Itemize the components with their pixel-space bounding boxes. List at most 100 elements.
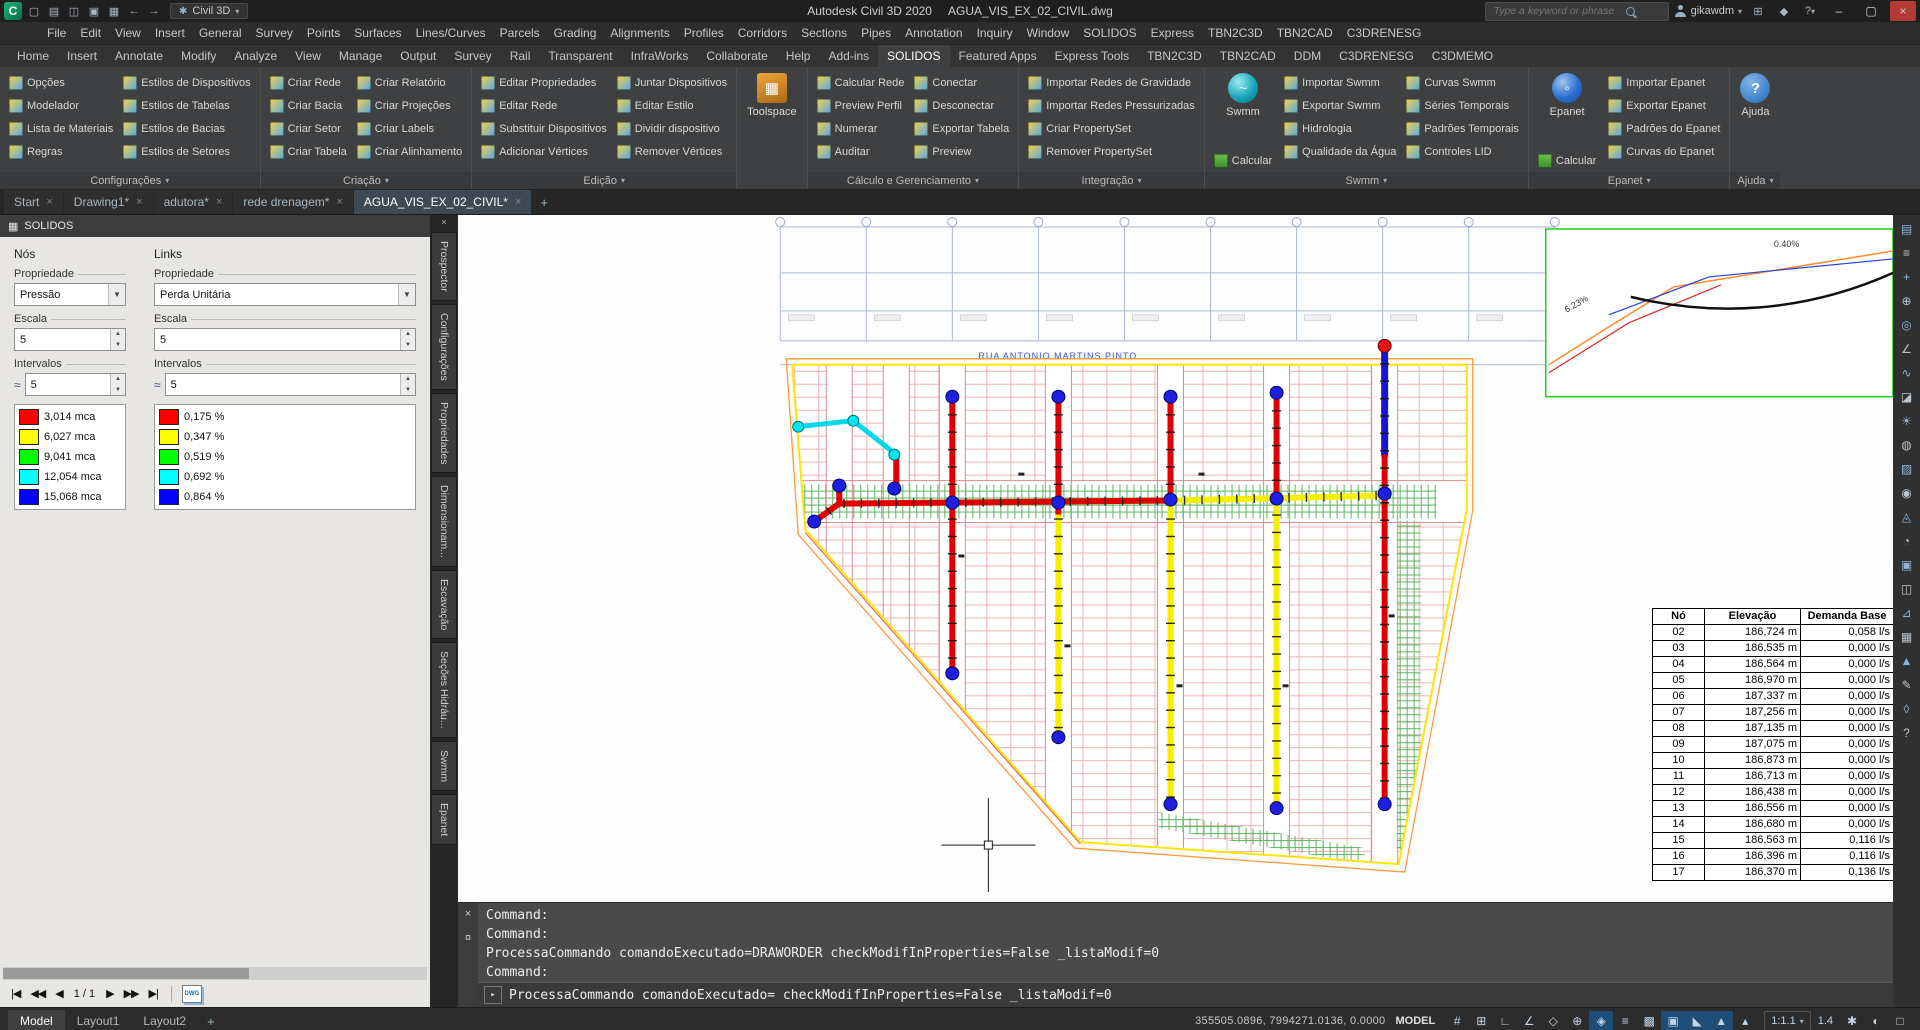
new-drawing-tab-button[interactable]: + (532, 190, 556, 214)
ribbon-button[interactable]: Remover PropertySet (1025, 140, 1198, 163)
epanet-calcular-button[interactable]: Calcular (1535, 154, 1599, 168)
menu-item[interactable]: Window (1020, 26, 1077, 40)
palette-side-tab[interactable]: Swmm (431, 741, 457, 791)
ribbon-tab[interactable]: DDM (1285, 45, 1330, 67)
menu-item[interactable]: Points (300, 26, 347, 40)
layer-properties-icon[interactable]: ≡ (1898, 244, 1916, 261)
toolspace-button[interactable]: ▦ Toolspace (743, 71, 801, 120)
panel-footer[interactable]: Criação▾ (261, 172, 472, 189)
ribbon-button[interactable]: Substituir Dispositivos (478, 117, 610, 140)
ribbon-button[interactable]: Adicionar Vértices (478, 140, 610, 163)
ribbon-button[interactable]: Criar Setor (267, 117, 350, 140)
command-history[interactable]: Command:Command:ProcessaCommando comando… (478, 903, 1893, 982)
spinner-arrows[interactable]: ▲▼ (110, 374, 125, 395)
palette-header[interactable]: ▦ SOLIDOS (0, 215, 430, 237)
ribbon-tab[interactable]: C3DMEMO (1423, 45, 1502, 67)
nos-propriedade-select[interactable]: Pressão ▼ (14, 283, 126, 306)
links-propriedade-select[interactable]: Perda Unitária ▼ (154, 283, 416, 306)
menu-item[interactable]: Sections (794, 26, 854, 40)
ribbon-tab[interactable]: Home (8, 45, 58, 67)
document-tab[interactable]: AGUA_VIS_EX_02_CIVIL* × (354, 190, 532, 214)
nos-intervalos-spinner[interactable]: 5 ▲▼ (25, 373, 126, 396)
ribbon-button[interactable]: Regras (6, 140, 116, 163)
customize-icon[interactable]: ¤ (465, 932, 471, 944)
links-escala-spinner[interactable]: 5 ▲▼ (154, 328, 416, 351)
ribbon-tab[interactable]: Collaborate (697, 45, 776, 67)
ribbon-button[interactable]: Criar Labels (354, 117, 465, 140)
menu-item[interactable]: Express (1144, 26, 1201, 40)
swmm-button[interactable]: ~ Swmm (1211, 71, 1275, 120)
app-store-icon[interactable]: ⊞ (1748, 2, 1768, 20)
panel-footer[interactable]: Edição▾ (472, 172, 736, 189)
ribbon-button[interactable]: Desconectar (911, 94, 1012, 117)
ribbon-tab[interactable]: Annotate (106, 45, 172, 67)
ribbon-tab[interactable]: Express Tools (1046, 45, 1138, 67)
command-input-row[interactable]: ▸ ProcessaCommando comandoExecutado= che… (478, 982, 1893, 1007)
nos-escala-spinner[interactable]: 5 ▲▼ (14, 328, 126, 351)
ribbon-button[interactable]: Remover Vértices (614, 140, 730, 163)
ribbon-button[interactable]: Calcular Rede (814, 71, 908, 94)
prev-page-button[interactable]: ◀ (52, 987, 65, 1000)
ribbon-button[interactable]: Editar Estilo (614, 94, 730, 117)
menu-item[interactable]: Profiles (677, 26, 731, 40)
scrollbar-thumb[interactable] (3, 968, 249, 979)
first-page-button[interactable]: |◀ (8, 987, 23, 1000)
dynamic-ucs-icon[interactable]: ◣ (1685, 1011, 1709, 1030)
menu-item[interactable]: Inquiry (970, 26, 1020, 40)
ribbon-tab[interactable]: InfraWorks (622, 45, 698, 67)
camera-icon[interactable]: ◉ (1898, 484, 1916, 501)
panel-footer[interactable]: Epanet▾ (1529, 172, 1730, 189)
panel-footer[interactable]: Swmm▾ (1205, 172, 1528, 189)
ribbon-button[interactable]: Estilos de Tabelas (120, 94, 253, 117)
menu-item[interactable]: Survey (249, 26, 300, 40)
menu-item[interactable]: Corridors (731, 26, 794, 40)
panel-footer[interactable]: Configurações▾ (0, 172, 260, 189)
annotation-visibility-icon[interactable]: ▲ (1709, 1011, 1733, 1030)
markup-icon[interactable]: ✎ (1898, 676, 1916, 693)
document-tab[interactable]: Start × (4, 190, 63, 214)
menu-item[interactable]: Insert (148, 26, 192, 40)
layout-tab[interactable]: Layout2 (131, 1010, 198, 1030)
close-icon[interactable]: × (336, 196, 342, 208)
ribbon-button[interactable]: Qualidade da Água (1281, 140, 1399, 163)
isodraft-icon[interactable]: ◇ (1541, 1011, 1565, 1030)
open-drawing-icon[interactable]: ▤ (44, 2, 64, 20)
ribbon-button[interactable]: Auditar (814, 140, 908, 163)
ribbon-button[interactable]: Exportar Tabela (911, 117, 1012, 140)
ribbon-button[interactable]: Criar Bacia (267, 94, 350, 117)
polyline-icon[interactable]: ∿ (1898, 364, 1916, 381)
eraser-icon[interactable]: ◊ (1898, 700, 1916, 717)
undo-icon[interactable]: ← (124, 2, 144, 20)
document-tab[interactable]: Drawing1* × (64, 190, 153, 214)
panel-footer[interactable]: Ajuda▾ (1730, 172, 1780, 189)
menu-item[interactable]: File (40, 26, 73, 40)
swmm-calcular-button[interactable]: Calcular (1211, 154, 1275, 168)
help-icon[interactable]: ? (1898, 724, 1916, 741)
minimize-button[interactable]: – (1826, 1, 1852, 21)
ribbon-tab[interactable]: SOLIDOS (878, 45, 949, 67)
workspace-switcher[interactable]: ✱ Civil 3D ▾ (170, 3, 248, 19)
ribbon-button[interactable]: Juntar Dispositivos (614, 71, 730, 94)
palette-side-tab[interactable]: Epanet (431, 794, 457, 845)
spinner-arrows[interactable]: ▲▼ (110, 329, 125, 350)
palette-side-tab[interactable]: Configurações (431, 304, 457, 390)
model-space-indicator[interactable]: MODEL (1395, 1015, 1435, 1027)
palette-side-tab[interactable]: Escavação (431, 570, 457, 639)
render-icon[interactable]: ◍ (1898, 436, 1916, 453)
ribbon-tab[interactable]: TBN2C3D (1138, 45, 1211, 67)
ribbon-tab[interactable]: View (286, 45, 330, 67)
ribbon-tab[interactable]: Analyze (225, 45, 286, 67)
ribbon-tab[interactable]: Modify (172, 45, 225, 67)
epanet-button[interactable]: ◦ Epanet (1535, 71, 1599, 120)
palette-side-tab[interactable]: Propriedades (431, 393, 457, 473)
help-menu[interactable]: ?▾ (1800, 2, 1820, 20)
chevron-down-icon[interactable]: ▼ (108, 284, 125, 305)
snap-icon[interactable]: ⊞ (1469, 1011, 1493, 1030)
layout-tab[interactable]: Layout1 (65, 1010, 132, 1030)
zoom-extents-icon[interactable]: ⊕ (1898, 292, 1916, 309)
section-plane-icon[interactable]: ◪ (1898, 388, 1916, 405)
ribbon-button[interactable]: Importar Redes Pressurizadas (1025, 94, 1198, 117)
ribbon-button[interactable]: Exportar Epanet (1605, 94, 1723, 117)
selection-cycling-icon[interactable]: ▣ (1661, 1011, 1685, 1030)
ribbon-button[interactable]: Lista de Materiais (6, 117, 116, 140)
